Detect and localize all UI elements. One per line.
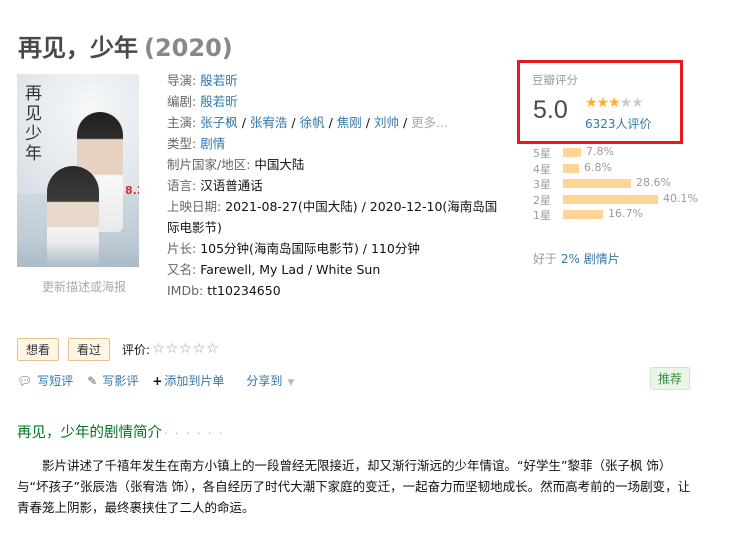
comment-icon: 💬︎ bbox=[17, 373, 33, 388]
action-bar: 想看 看过 评价: ☆☆☆☆☆ bbox=[17, 337, 220, 361]
cast-link[interactable]: 张宥浩 bbox=[250, 115, 288, 130]
info-writer: 编剧: 殷若昕 bbox=[167, 94, 238, 109]
pencil-icon: ✎ bbox=[87, 373, 98, 388]
info-runtime: 片长: 105分钟(海南岛国际电影节) / 110分钟 bbox=[167, 241, 420, 256]
write-short-review-link[interactable]: 💬︎ 写短评 bbox=[17, 372, 73, 389]
want-to-watch-button[interactable]: 想看 bbox=[17, 337, 60, 361]
rating-dist-pct: 16.7% bbox=[608, 207, 643, 220]
rating-dist-bar bbox=[563, 210, 603, 219]
better-than-link[interactable]: 2% 剧情片 bbox=[561, 252, 620, 266]
rating-dist-row: 4星 6.8% bbox=[533, 161, 693, 177]
rating-title: 豆瓣评分 bbox=[532, 73, 578, 87]
info-aka: 又名: Farewell, My Lad / White Sun bbox=[167, 262, 381, 277]
update-poster-link[interactable]: 更新描述或海报 bbox=[42, 278, 126, 295]
imdb-value: tt10234650 bbox=[207, 283, 281, 298]
rate-stars[interactable]: ☆☆☆☆☆ bbox=[152, 341, 220, 357]
rating-dist-label: 2星 bbox=[533, 193, 551, 207]
info-imdb: IMDb: tt10234650 bbox=[167, 283, 281, 298]
rating-dist-bar bbox=[563, 194, 658, 204]
better-than: 好于 2% 剧情片 bbox=[533, 252, 620, 266]
heading-dots: · · · · · · bbox=[164, 427, 225, 440]
rating-dist-pct: 40.1% bbox=[663, 191, 698, 205]
half-star-icon: ★ bbox=[608, 95, 621, 111]
star-icon: ★ bbox=[585, 95, 598, 111]
rating-dist-bar bbox=[563, 148, 581, 157]
synopsis-text: 影片讲述了千禧年发生在南方小镇上的一段曾经无限接近，却又渐行渐远的少年情谊。“好… bbox=[17, 458, 691, 515]
share-dropdown[interactable]: 分享到 ▼ bbox=[246, 372, 294, 389]
cast-link[interactable]: 焦刚 bbox=[337, 115, 362, 130]
info-language: 语言: 汉语普通话 bbox=[167, 178, 263, 193]
star-empty-icon: ★ bbox=[631, 95, 644, 111]
synopsis-heading: 再见，少年的剧情简介 · · · · · · bbox=[17, 425, 225, 441]
rating-dist-row: 2星 40.1% bbox=[533, 192, 698, 208]
chevron-down-icon: ▼ bbox=[287, 378, 295, 388]
rating-dist-label: 4星 bbox=[533, 162, 551, 176]
poster-calligraphy: 再见少年 bbox=[25, 84, 42, 164]
star-icon: ★ bbox=[596, 95, 610, 111]
cast-link[interactable]: 张子枫 bbox=[200, 115, 238, 130]
movie-info: 导演: 殷若昕 编剧: 殷若昕 主演: 张子枫 / 张宥浩 / 徐帆 / 焦刚 … bbox=[167, 70, 507, 301]
rating-dist-label: 3星 bbox=[533, 178, 551, 191]
rating-score: 5.0 bbox=[533, 96, 568, 124]
rating-dist-row: 3星 28.6% bbox=[533, 176, 693, 192]
rating-distribution: 5星 7.8% 4星 6.8% 3星 28.6% 2星 40.1% 1星 16.7% bbox=[533, 145, 698, 223]
rating-dist-bar bbox=[563, 163, 579, 173]
rating-dist-pct: 28.6% bbox=[636, 176, 671, 189]
movie-poster[interactable]: 再见少年 8.27 bbox=[17, 74, 139, 267]
rating-dist-label: 5星 bbox=[533, 147, 551, 160]
writer-link[interactable]: 殷若昕 bbox=[200, 94, 238, 109]
action-links: 💬︎ 写短评 ✎ 写影评 + 添加到片单 分享到 ▼ bbox=[17, 372, 294, 389]
cast-link[interactable]: 徐帆 bbox=[300, 115, 325, 130]
cast-more-link[interactable]: 更多... bbox=[411, 115, 448, 130]
write-review-link[interactable]: ✎ 写影评 bbox=[87, 372, 138, 389]
rating-stars: ★★★★★ bbox=[585, 95, 644, 111]
rating-dist-bar bbox=[563, 179, 631, 188]
rating-dist-label: 1星 bbox=[533, 209, 551, 222]
poster-date: 8.27 bbox=[125, 184, 139, 197]
country-value: 中国大陆 bbox=[254, 157, 305, 172]
rating-dist-pct: 6.8% bbox=[584, 160, 612, 174]
recommend-button[interactable]: 推荐 bbox=[650, 367, 691, 390]
rating-dist-row: 1星 16.7% bbox=[533, 207, 693, 223]
info-genre: 类型: 剧情 bbox=[167, 136, 226, 151]
genre-value: 剧情 bbox=[200, 136, 226, 151]
runtime-value: 105分钟(海南岛国际电影节) / 110分钟 bbox=[200, 241, 420, 256]
poster-shade bbox=[17, 241, 139, 267]
aka-value: Farewell, My Lad / White Sun bbox=[200, 262, 381, 277]
star-empty-icon: ★ bbox=[619, 95, 633, 111]
info-country: 制片国家/地区: 中国大陆 bbox=[167, 157, 305, 172]
rating-dist-row: 5星 7.8% bbox=[533, 145, 693, 161]
add-to-list-link[interactable]: + 添加到片单 bbox=[152, 372, 224, 389]
watched-button[interactable]: 看过 bbox=[68, 337, 111, 361]
info-director: 导演: 殷若昕 bbox=[167, 73, 238, 88]
director-link[interactable]: 殷若昕 bbox=[200, 73, 238, 88]
page-title: 再见，少年 (2020) bbox=[18, 28, 233, 63]
movie-title: 再见，少年 bbox=[18, 34, 138, 62]
cast-link[interactable]: 刘帅 bbox=[374, 115, 399, 130]
movie-year: (2020) bbox=[144, 34, 233, 62]
plus-icon: + bbox=[152, 373, 163, 388]
rating-count-link[interactable]: 6323人评价 bbox=[585, 115, 652, 132]
rating-dist-pct: 7.8% bbox=[586, 145, 614, 158]
info-release: 上映日期: 2021-08-27(中国大陆) / 2020-12-10(海南岛国… bbox=[167, 199, 498, 235]
rate-label: 评价: bbox=[122, 342, 151, 357]
info-cast: 主演: 张子枫 / 张宥浩 / 徐帆 / 焦刚 / 刘帅 / 更多... bbox=[167, 115, 449, 130]
language-value: 汉语普通话 bbox=[200, 178, 263, 193]
